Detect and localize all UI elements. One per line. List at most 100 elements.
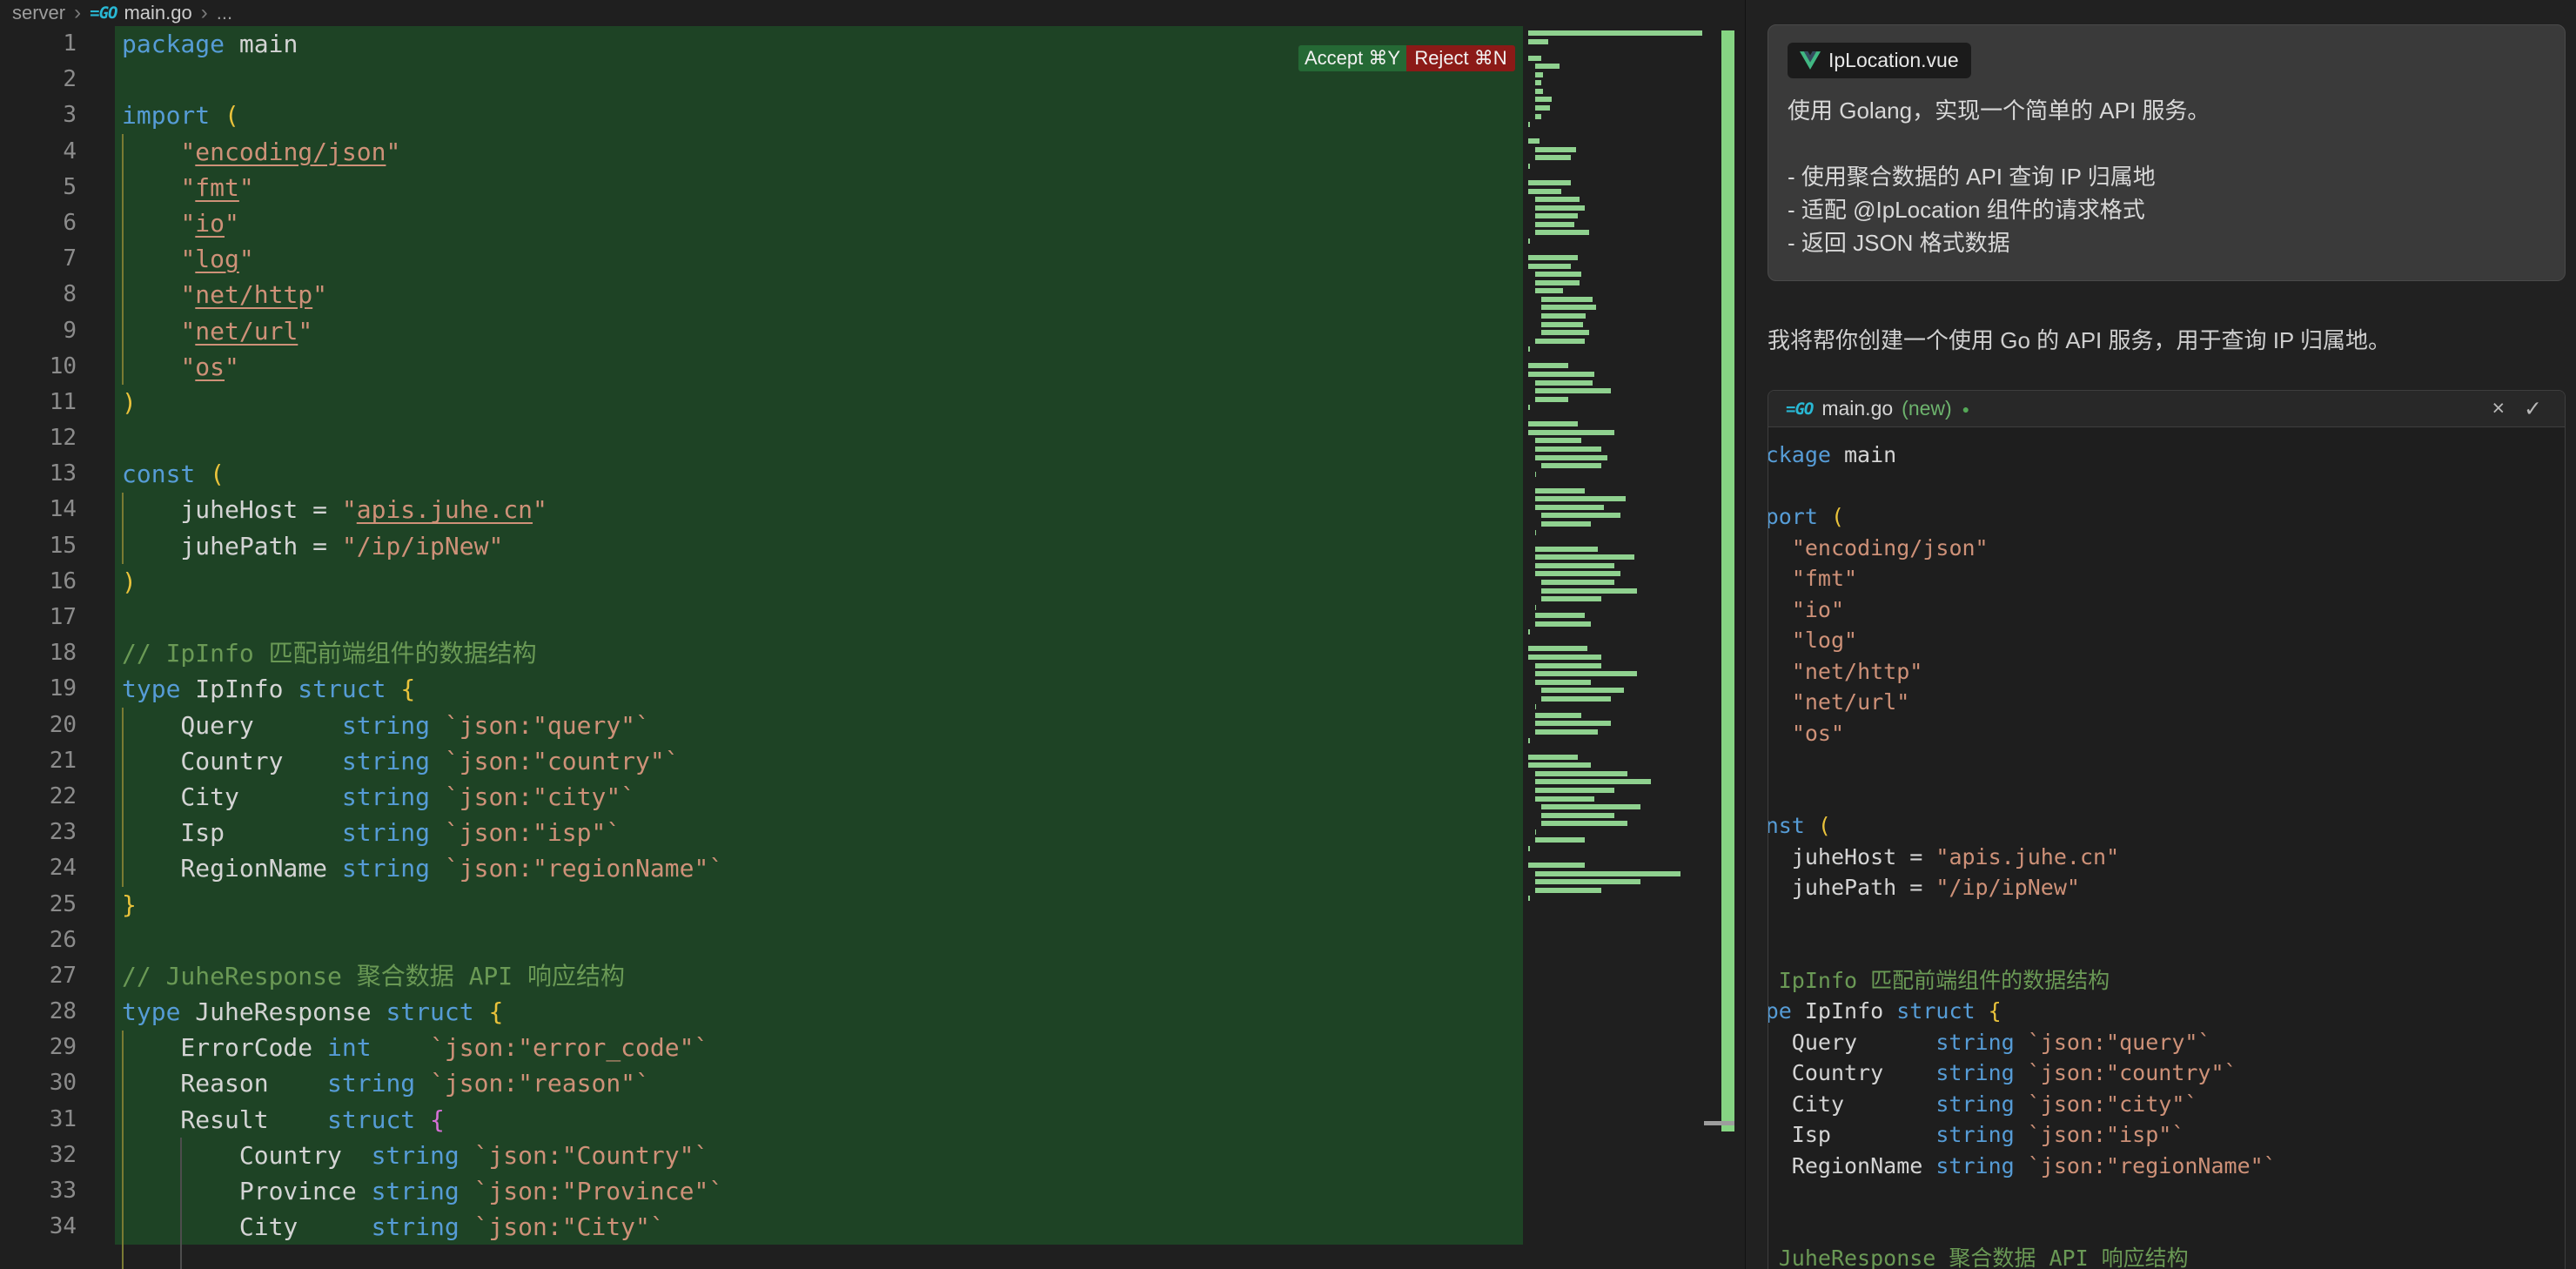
- accept-button[interactable]: Accept ⌘Y: [1298, 45, 1406, 71]
- line-content: Result struct {: [115, 1102, 1523, 1138]
- code-token: [1768, 721, 1792, 746]
- code-line[interactable]: 12: [0, 420, 1523, 456]
- chat-code-content: package main import ( "encoding/json" "f…: [1768, 440, 2565, 1269]
- code-line[interactable]: 11): [0, 385, 1523, 420]
- minimap-bar: [1535, 64, 1560, 69]
- code-token: juhePath =: [122, 532, 342, 561]
- minimap-bar: [1535, 671, 1638, 676]
- line-number: 23: [0, 815, 115, 850]
- code-token: string: [1935, 1060, 2014, 1085]
- user-message-list-item: - 使用聚合数据的 API 查询 IP 归属地: [1788, 160, 2546, 193]
- code-token: juheHost =: [1768, 844, 1935, 870]
- code-line[interactable]: 24 RegionName string `json:"regionName"`: [0, 850, 1523, 886]
- line-content: Reason string `json:"reason"`: [115, 1065, 1523, 1101]
- code-line[interactable]: 10 "os": [0, 349, 1523, 385]
- code-line[interactable]: 8 "net/http": [0, 277, 1523, 312]
- chat-code-line: const (: [1768, 810, 2565, 842]
- minimap-bar: [1528, 755, 1578, 760]
- check-icon[interactable]: ✓: [2519, 396, 2547, 422]
- code-token: [460, 1177, 474, 1205]
- minimap-bar: [1528, 846, 1530, 851]
- code-line[interactable]: 14 juheHost = "apis.juhe.cn": [0, 492, 1523, 527]
- line-number: 13: [0, 456, 115, 492]
- code-line[interactable]: 6 "io": [0, 205, 1523, 241]
- code-line[interactable]: 32 Country string `json:"Country"`: [0, 1138, 1523, 1173]
- code-line[interactable]: 33 Province string `json:"Province"`: [0, 1173, 1523, 1209]
- code-line[interactable]: 2: [0, 62, 1523, 97]
- code-line[interactable]: 13const (: [0, 456, 1523, 492]
- code-token: struct: [1896, 998, 1975, 1024]
- code-token: ": [1792, 597, 1805, 622]
- minimap-bar: [1541, 596, 1600, 601]
- minimap-bar: [1541, 322, 1583, 327]
- chat-code-body[interactable]: package main import ( "encoding/json" "f…: [1768, 427, 2565, 1269]
- vue-logo-icon: [1800, 51, 1821, 70]
- code-line[interactable]: 17: [0, 600, 1523, 635]
- code-line[interactable]: 18// IpInfo 匹配前端组件的数据结构: [0, 635, 1523, 671]
- chat-code-line: "os": [1768, 718, 2565, 749]
- code-line[interactable]: 16): [0, 564, 1523, 600]
- code-token: apis.juhe.cn: [357, 495, 533, 524]
- line-content: // IpInfo 匹配前端组件的数据结构: [115, 635, 1523, 671]
- minimap-bar: [1535, 455, 1608, 460]
- chat-code-line: [1768, 934, 2565, 965]
- breadcrumb-symbol-more[interactable]: ...: [217, 2, 232, 24]
- minimap-bar: [1535, 114, 1542, 119]
- breadcrumb-file[interactable]: main.go: [124, 2, 191, 24]
- breadcrumb-folder[interactable]: server: [12, 2, 65, 24]
- code-line[interactable]: 25}: [0, 887, 1523, 923]
- code-token: [2015, 1153, 2028, 1178]
- code-line[interactable]: 4 "encoding/json": [0, 134, 1523, 170]
- code-line[interactable]: 22 City string `json:"city"`: [0, 779, 1523, 815]
- code-line[interactable]: 20 Query string `json:"query"`: [0, 708, 1523, 743]
- chat-code-line: ): [1768, 749, 2565, 780]
- chat-code-line: juheHost = "apis.juhe.cn": [1768, 842, 2565, 873]
- code-token: [1768, 535, 1792, 561]
- code-line[interactable]: 5 "fmt": [0, 170, 1523, 205]
- code-token: [122, 280, 180, 309]
- diff-action-bar: Accept ⌘Y Reject ⌘N: [1298, 45, 1515, 71]
- code-token: `json:"country"`: [445, 747, 680, 776]
- line-number: 4: [0, 134, 115, 170]
- code-line[interactable]: 7 "log": [0, 241, 1523, 277]
- code-line[interactable]: 21 Country string `json:"country"`: [0, 743, 1523, 779]
- code-token: [430, 782, 445, 811]
- overview-ruler[interactable]: [1706, 0, 1745, 1269]
- code-line[interactable]: 28type JuheResponse struct {: [0, 994, 1523, 1030]
- line-number: 32: [0, 1138, 115, 1173]
- close-icon[interactable]: ×: [2486, 396, 2510, 421]
- code-line[interactable]: 34 City string `json:"City"`: [0, 1209, 1523, 1245]
- minimap[interactable]: [1523, 0, 1706, 1269]
- code-line[interactable]: 26: [0, 923, 1523, 958]
- code-token: ": [1896, 689, 1909, 715]
- chat-code-line: City string `json:"city"`: [1768, 1089, 2565, 1120]
- code-token: IpInfo: [180, 675, 298, 703]
- line-content: ErrorCode int `json:"error_code"`: [115, 1030, 1523, 1065]
- code-line[interactable]: 19type IpInfo struct {: [0, 671, 1523, 707]
- code-line[interactable]: 9 "net/url": [0, 313, 1523, 349]
- code-line[interactable]: 3import (: [0, 97, 1523, 133]
- reject-button[interactable]: Reject ⌘N: [1406, 45, 1515, 71]
- code-token: Query: [1768, 1030, 1935, 1055]
- code-token: [430, 711, 445, 740]
- minimap-bar: [1535, 771, 1627, 776]
- code-line[interactable]: 1package main: [0, 26, 1523, 62]
- minimap-bar: [1541, 696, 1611, 702]
- code-line[interactable]: 15 juhePath = "/ip/ipNew": [0, 528, 1523, 564]
- code-token: os: [195, 352, 225, 381]
- line-content: Country string `json:"country"`: [115, 743, 1523, 779]
- code-area[interactable]: 1package main23import (4 "encoding/json"…: [0, 26, 1523, 1269]
- chat-code-line: "log": [1768, 625, 2565, 656]
- breadcrumb[interactable]: server › =GO main.go › ...: [0, 0, 1745, 26]
- chat-code-line: [1768, 1212, 2565, 1244]
- code-line[interactable]: 31 Result struct {: [0, 1102, 1523, 1138]
- code-line[interactable]: 27// JuheResponse 聚合数据 API 响应结构: [0, 958, 1523, 994]
- line-content: "encoding/json": [115, 134, 1523, 170]
- assistant-message-text: 我将帮你创建一个使用 Go 的 API 服务，用于查询 IP 归属地。: [1768, 323, 2566, 355]
- file-chip[interactable]: IpLocation.vue: [1788, 43, 1971, 78]
- code-line[interactable]: 29 ErrorCode int `json:"error_code"`: [0, 1030, 1523, 1065]
- code-line[interactable]: 30 Reason string `json:"reason"`: [0, 1065, 1523, 1101]
- code-line[interactable]: 23 Isp string `json:"isp"`: [0, 815, 1523, 850]
- minimap-bar: [1528, 738, 1530, 743]
- line-number: 30: [0, 1065, 115, 1101]
